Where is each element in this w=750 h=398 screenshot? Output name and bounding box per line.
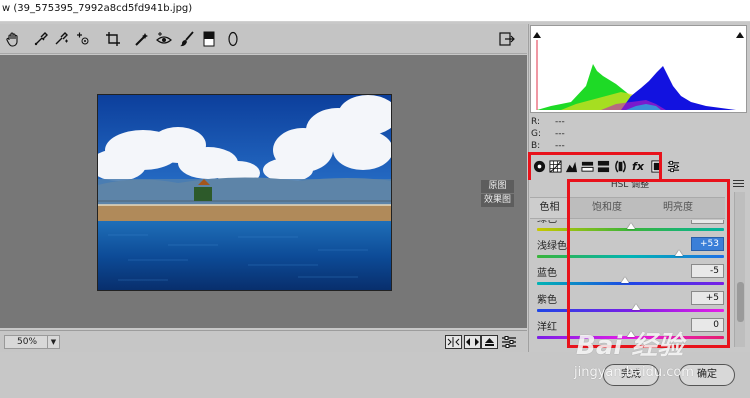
hand-icon[interactable] (4, 30, 22, 48)
window-title: w (39_575395_7992a8cd5fd941b.jpg) (0, 0, 750, 22)
slider-label: 绿色 (537, 220, 557, 225)
bottom-bar: 50% ▼ (0, 330, 527, 352)
eyedropper-icon[interactable] (32, 30, 50, 48)
r-label: R: (531, 117, 541, 127)
rgb-readout: R: --- G: --- B: --- (531, 116, 595, 152)
slider-label: 浅绿色 (537, 241, 567, 252)
slider-label: 蓝色 (537, 268, 557, 279)
zoom-value: 50% (17, 337, 38, 347)
before-after-icon[interactable] (445, 335, 462, 349)
color-sampler-icon[interactable] (52, 30, 70, 48)
slider-label: 紫色 (537, 295, 557, 306)
panel-menu-icon[interactable] (733, 180, 744, 189)
ok-button[interactable]: 确定 (679, 364, 735, 386)
target-adjust-icon[interactable] (74, 30, 92, 48)
tab-hue[interactable]: 色相 (530, 198, 570, 218)
preview-image (97, 94, 392, 291)
swap-icon[interactable] (464, 335, 481, 349)
g-label: G: (531, 129, 542, 139)
b-label: B: (531, 141, 541, 151)
highlight-clip-icon (736, 32, 744, 38)
red-eye-icon[interactable] (155, 30, 173, 48)
landscape-photo (98, 95, 391, 290)
slider-label: 洋红 (537, 322, 557, 333)
r-value: --- (555, 117, 565, 127)
tab-original[interactable]: 原图 (481, 180, 514, 193)
crop-icon[interactable] (104, 30, 122, 48)
spot-removal-icon[interactable] (132, 30, 150, 48)
shadow-clip-icon (533, 32, 541, 38)
b-value: --- (555, 141, 565, 151)
radial-filter-icon[interactable] (224, 30, 242, 48)
highlight-box-tabs (528, 152, 662, 180)
highlight-box-sliders (567, 179, 730, 348)
toolbar (0, 24, 527, 54)
graduated-filter-icon[interactable] (200, 30, 218, 48)
presets-icon[interactable] (666, 159, 680, 173)
panel-scrollbar[interactable] (734, 192, 745, 347)
toggle-settings-icon[interactable] (500, 333, 518, 351)
g-value: --- (555, 129, 565, 139)
histogram (530, 25, 747, 113)
zoom-select[interactable]: 50% ▼ (4, 335, 60, 349)
open-image-icon[interactable] (498, 30, 516, 48)
chevron-down-icon[interactable]: ▼ (47, 336, 59, 348)
copy-settings-icon[interactable] (481, 335, 498, 349)
adjustment-brush-icon[interactable] (178, 30, 196, 48)
scrollbar-handle[interactable] (737, 282, 744, 322)
tab-effect[interactable]: 效果图 (481, 194, 514, 207)
done-button[interactable]: 完成 (603, 364, 659, 386)
